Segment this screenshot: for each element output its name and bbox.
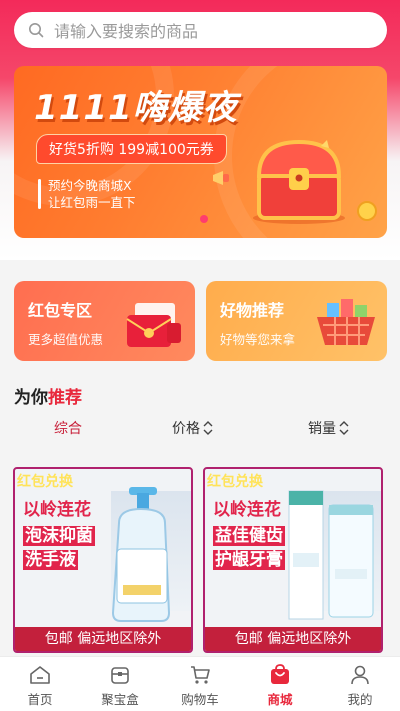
home-icon: [30, 666, 50, 684]
product-grid: 红包兑换 以岭连花 泡沫抑菌 洗手液 包邮 偏远地区除外 红包兑换 以岭连花 益…: [13, 467, 388, 653]
product-footer: 包邮 偏远地区除外: [15, 627, 191, 651]
banner-promo-line-2: 让红包雨一直下: [48, 195, 136, 210]
banner-coupon: 好货5折购 199减100元券: [36, 134, 227, 164]
product-title-text: 益佳健齿: [213, 526, 285, 546]
red-packet-zone-card[interactable]: 红包专区 更多超值优惠: [14, 281, 195, 361]
recommend-section-title: 为你推荐: [14, 383, 82, 408]
product-card[interactable]: 红包兑换 以岭连花 益佳健齿 护龈牙膏 包邮 偏远地区除外: [203, 467, 383, 653]
product-brand: 以岭连花: [213, 500, 281, 520]
tab-label: 价格: [172, 421, 200, 437]
tabbar-mall[interactable]: 商城: [248, 663, 312, 708]
promo-banner[interactable]: 1111嗨爆夜 好货5折购 199减100元券 预约今晚商城X 让红包雨一直下: [14, 66, 387, 238]
toothpaste-image: [288, 490, 374, 620]
red-envelope-icon: [126, 303, 181, 347]
product-footer: 包邮 偏远地区除外: [205, 627, 381, 651]
bottom-tab-bar: 首页 聚宝盒 购物车 商城 我的: [0, 656, 400, 711]
tabbar-home[interactable]: 首页: [8, 663, 72, 708]
sort-arrows-icon: [339, 421, 349, 435]
treasure-chest-icon: [253, 139, 345, 224]
search-bar[interactable]: 请输入要搜索的商品: [14, 12, 387, 48]
section-title-prefix: 为你: [14, 388, 48, 408]
product-title-line: 护龈牙膏: [213, 549, 285, 571]
banner-indicator-dot: [200, 215, 208, 223]
tabbar-label: 商城: [267, 692, 293, 707]
tabbar-label: 首页: [27, 692, 53, 707]
product-title-text: 洗手液: [23, 550, 78, 570]
sort-arrows-icon: [203, 421, 213, 435]
banner-promo-line-1: 预约今晚商城X: [48, 178, 132, 193]
cart-icon: [191, 666, 210, 684]
product-badge: 红包兑换: [207, 474, 263, 490]
feature-cards: 红包专区 更多超值优惠 好物推荐 好物等您来拿: [14, 281, 387, 361]
tabbar-treasure-box[interactable]: 聚宝盒: [88, 663, 152, 708]
product-badge: 红包兑换: [17, 474, 73, 490]
tabbar-label: 购物车: [181, 692, 219, 707]
tabbar-label: 我的: [347, 692, 373, 707]
shop-bag-icon: [271, 664, 289, 684]
product-brand: 以岭连花: [23, 500, 91, 520]
tab-sales[interactable]: 销量: [308, 418, 349, 438]
megaphone-icon: [213, 171, 229, 185]
product-title-line: 洗手液: [23, 549, 78, 571]
hand-wash-bottle-image: [111, 487, 171, 622]
coin-icon: [357, 201, 377, 221]
sort-tabs: 综合 价格 销量: [0, 418, 400, 448]
tab-label: 综合: [54, 421, 82, 437]
tabbar-label: 聚宝盒: [101, 692, 139, 707]
banner-title: 1111嗨爆夜: [34, 88, 238, 128]
tab-overall[interactable]: 综合: [54, 418, 82, 438]
search-placeholder: 请输入要搜索的商品: [54, 22, 199, 41]
good-products-card[interactable]: 好物推荐 好物等您来拿: [206, 281, 387, 361]
banner-promo-text: 预约今晚商城X 让红包雨一直下: [38, 177, 136, 211]
tab-price[interactable]: 价格: [172, 418, 213, 438]
tabbar-cart[interactable]: 购物车: [168, 663, 232, 708]
user-icon: [351, 665, 369, 685]
product-title-text: 泡沫抑菌: [23, 526, 95, 546]
box-icon: [111, 667, 129, 684]
section-title-highlight: 推荐: [48, 388, 82, 408]
shopping-basket-icon: [317, 299, 375, 345]
product-title-line: 益佳健齿: [213, 525, 285, 547]
search-icon: [29, 23, 44, 38]
product-card[interactable]: 红包兑换 以岭连花 泡沫抑菌 洗手液 包邮 偏远地区除外: [13, 467, 193, 653]
product-title-text: 护龈牙膏: [213, 550, 285, 570]
tab-label: 销量: [308, 421, 336, 437]
tabbar-mine[interactable]: 我的: [328, 663, 392, 708]
product-title-line: 泡沫抑菌: [23, 525, 95, 547]
